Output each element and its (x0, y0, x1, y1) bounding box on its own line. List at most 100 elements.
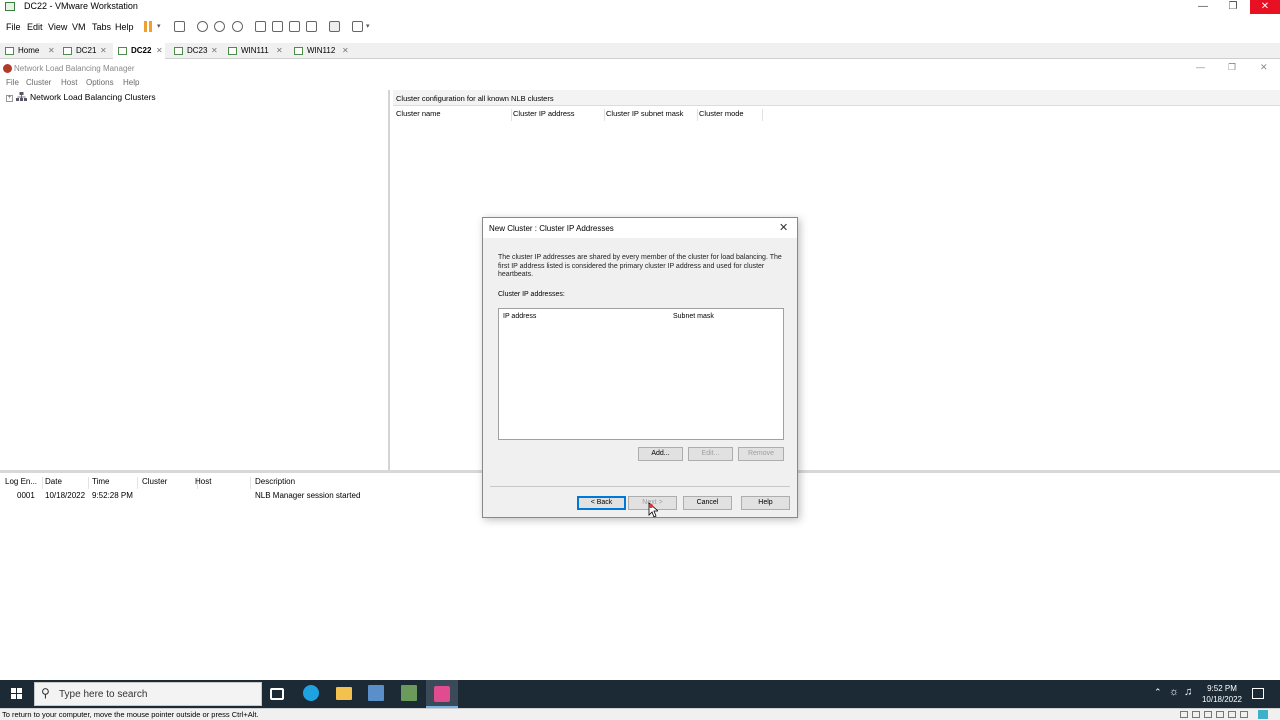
tab-dc21[interactable]: DC21 ✕ (58, 43, 108, 59)
console-view-icon[interactable] (329, 21, 340, 32)
device-hdd-icon[interactable] (1180, 711, 1188, 718)
edit-button[interactable]: Edit... (688, 447, 733, 461)
tree-root-label[interactable]: Network Load Balancing Clusters (30, 92, 156, 102)
subnet-mask-column[interactable]: Subnet mask (673, 313, 714, 320)
nlb-close-icon[interactable]: ✕ (1260, 62, 1268, 73)
cluster-ip-list[interactable]: IP address Subnet mask (498, 308, 784, 440)
expand-icon[interactable]: + (6, 95, 13, 102)
nlb-menu-cluster[interactable]: Cluster (26, 78, 51, 87)
edge-browser-icon[interactable] (303, 685, 319, 701)
stretch-guest-icon[interactable] (352, 21, 363, 32)
dialog-description: The cluster IP addresses are shared by e… (498, 254, 782, 278)
log-entry-cell: 0001 (17, 491, 35, 500)
close-tab-icon[interactable]: ✕ (48, 43, 55, 59)
window-title: DC22 - VMware Workstation (24, 1, 138, 11)
column-cluster-mode[interactable]: Cluster mode (699, 109, 763, 121)
menu-vm[interactable]: VM (72, 22, 86, 32)
pause-icon[interactable] (144, 21, 147, 32)
device-network-icon[interactable] (1204, 711, 1212, 718)
menu-tabs[interactable]: Tabs (92, 22, 111, 32)
stretch-dropdown-icon[interactable]: ▾ (366, 22, 370, 30)
menu-help[interactable]: Help (115, 22, 134, 32)
log-col-description[interactable]: Description (255, 477, 395, 489)
message-log-icon[interactable] (1258, 710, 1268, 719)
close-tab-icon[interactable]: ✕ (100, 43, 107, 59)
active-app-taskbar-button[interactable] (426, 680, 458, 708)
server-manager-icon[interactable] (368, 685, 384, 701)
unity-icon[interactable] (306, 21, 317, 32)
log-col-cluster[interactable]: Cluster (142, 477, 198, 489)
network-icon[interactable]: ☼ (1169, 686, 1179, 698)
full-screen-icon[interactable] (289, 21, 300, 32)
nlb-manager-taskbar-icon[interactable] (401, 685, 417, 701)
nlb-minimize-icon[interactable]: — (1196, 62, 1205, 72)
nlb-menu-host[interactable]: Host (61, 78, 77, 87)
thumbnail-bar-icon[interactable] (272, 21, 283, 32)
log-col-entry[interactable]: Log En... (5, 477, 43, 489)
clock-time: 9:52 PM (1207, 684, 1237, 693)
taskbar-clock[interactable]: 9:52 PM 10/18/2022 (1196, 683, 1248, 705)
taskbar-search-box[interactable]: ⚲ Type here to search (34, 682, 262, 706)
cancel-button[interactable]: Cancel (683, 496, 732, 510)
device-display-icon[interactable] (1240, 711, 1248, 718)
vm-icon (294, 47, 303, 55)
help-button[interactable]: Help (741, 496, 790, 510)
tab-win111[interactable]: WIN111 ✕ (223, 43, 285, 59)
mouse-cursor-icon (648, 502, 658, 518)
close-icon[interactable]: ✕ (1250, 0, 1280, 14)
close-tab-icon[interactable]: ✕ (211, 43, 218, 59)
file-explorer-icon[interactable] (336, 687, 352, 700)
log-col-host[interactable]: Host (195, 477, 251, 489)
nlb-menu-options[interactable]: Options (86, 78, 114, 87)
vm-icon (228, 47, 237, 55)
vm-icon (63, 47, 72, 55)
revert-snapshot-icon[interactable] (214, 21, 225, 32)
ip-address-column[interactable]: IP address (503, 313, 536, 320)
log-col-date[interactable]: Date (45, 477, 89, 489)
remove-button[interactable]: Remove (738, 447, 784, 461)
volume-icon[interactable]: ♫ (1184, 686, 1192, 698)
device-sound-icon[interactable] (1228, 711, 1236, 718)
device-usb-icon[interactable] (1216, 711, 1224, 718)
tab-dc23[interactable]: DC23 ✕ (169, 43, 219, 59)
nlb-menu-file[interactable]: File (6, 78, 19, 87)
pause-dropdown-icon[interactable]: ▾ (157, 22, 161, 30)
vmware-status-bar: To return to your computer, move the mou… (0, 708, 1280, 720)
dialog-title-bar: New Cluster : Cluster IP Addresses ✕ (483, 218, 797, 238)
menu-view[interactable]: View (48, 22, 67, 32)
menu-edit[interactable]: Edit (27, 22, 43, 32)
menu-file[interactable]: File (6, 22, 21, 32)
add-button[interactable]: Add... (638, 447, 683, 461)
vmware-title-bar: DC22 - VMware Workstation — ❐ ✕ (0, 0, 1280, 14)
task-view-icon[interactable] (270, 688, 284, 700)
close-tab-icon[interactable]: ✕ (156, 43, 163, 59)
back-button[interactable]: < Back (577, 496, 626, 510)
device-cd-icon[interactable] (1192, 711, 1200, 718)
dialog-close-icon[interactable]: ✕ (779, 221, 788, 234)
nlb-restore-icon[interactable]: ❐ (1228, 62, 1236, 73)
snapshot-manager-icon[interactable] (232, 21, 243, 32)
column-cluster-ip[interactable]: Cluster IP address (513, 109, 605, 121)
snapshot-icon[interactable] (197, 21, 208, 32)
column-cluster-subnet[interactable]: Cluster IP subnet mask (606, 109, 698, 121)
column-cluster-name[interactable]: Cluster name (396, 109, 512, 121)
windows-start-icon[interactable] (0, 680, 34, 708)
tab-win112[interactable]: WIN112 ✕ (289, 43, 351, 59)
log-col-time[interactable]: Time (92, 477, 138, 489)
new-cluster-dialog: New Cluster : Cluster IP Addresses ✕ The… (482, 217, 798, 518)
log-date-cell: 10/18/2022 (45, 491, 86, 500)
show-hidden-icons-icon[interactable]: ⌃ (1154, 687, 1162, 698)
restore-icon[interactable]: ❐ (1218, 0, 1248, 14)
vm-icon (174, 47, 183, 55)
minimize-icon[interactable]: — (1188, 0, 1218, 14)
tab-home[interactable]: Home ✕ (0, 43, 55, 59)
close-tab-icon[interactable]: ✕ (276, 43, 283, 59)
nlb-menu-help[interactable]: Help (123, 78, 139, 87)
close-tab-icon[interactable]: ✕ (342, 43, 349, 59)
cluster-ip-label: Cluster IP addresses: (498, 291, 565, 298)
send-ctrl-alt-del-icon[interactable] (174, 21, 185, 32)
cluster-tree-pane: + Network Load Balancing Clusters (0, 90, 390, 470)
show-library-icon[interactable] (255, 21, 266, 32)
tab-dc22[interactable]: DC22 ✕ (113, 43, 165, 59)
notification-icon[interactable] (1252, 688, 1264, 699)
